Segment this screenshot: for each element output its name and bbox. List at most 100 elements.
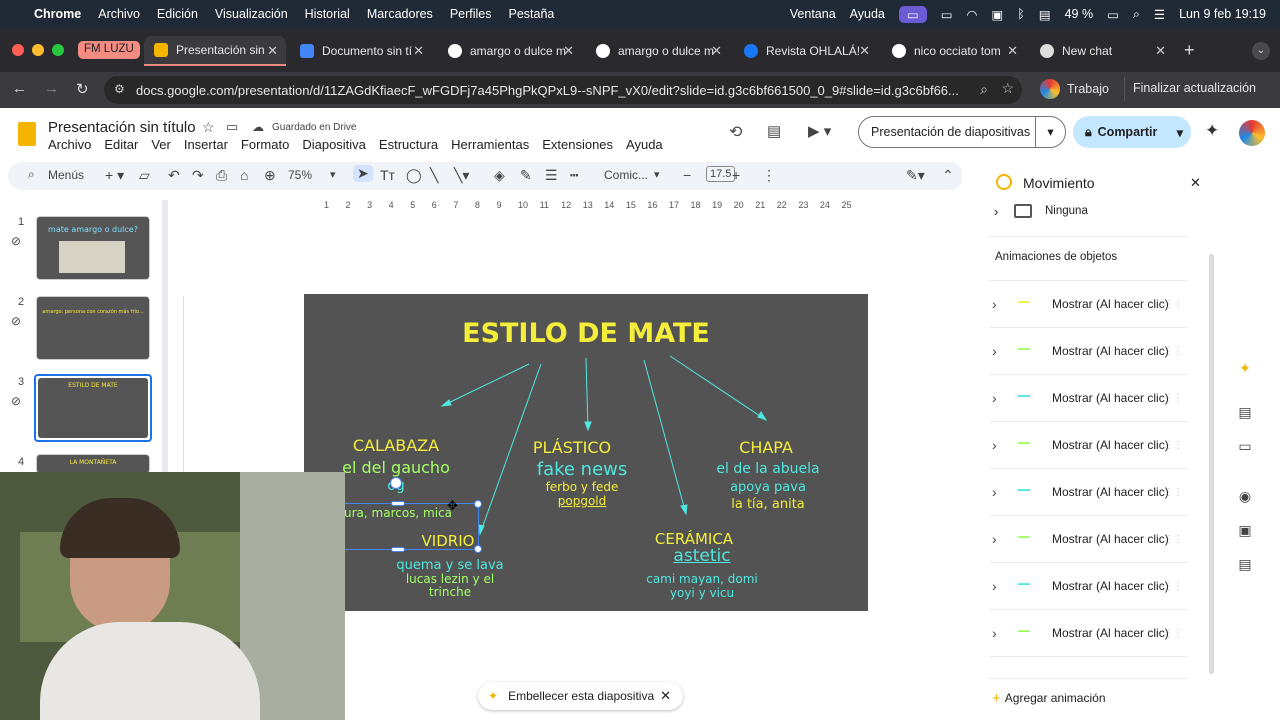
drag-handle-icon[interactable]: ⋮⋮ (1164, 393, 1183, 404)
undo-icon[interactable]: ↶ (168, 167, 180, 184)
chevron-down-icon[interactable]: ▾ (654, 168, 660, 181)
filmstrip-scrollbar[interactable] (162, 200, 168, 472)
chapa-heading[interactable]: CHAPA (704, 438, 828, 457)
plastico-names-2[interactable]: popgold (520, 494, 644, 508)
calabaza-subtitle[interactable]: el del gaucho (332, 458, 460, 477)
tab-amargo-1[interactable]: amargo o dulce m ✕ (438, 36, 582, 66)
tab-nico[interactable]: nico occiato tom ✕ (882, 36, 1026, 66)
animation-row[interactable]: › ▬▬ Mostrar (Al hacer clic) ⋮⋮ (990, 469, 1188, 516)
collapse-toolbar-icon[interactable]: ⌃ (942, 167, 954, 184)
fill-color-icon[interactable]: ◈ (494, 167, 505, 184)
drag-handle-icon[interactable]: ⋮⋮ (1164, 628, 1183, 639)
animation-row[interactable]: › ▬▬ Mostrar (Al hacer clic) ⋮⋮ (990, 610, 1188, 657)
comments-icon[interactable]: ▤ (767, 122, 781, 140)
new-slide-icon[interactable]: + ▾ (105, 167, 124, 184)
font-select[interactable]: Comic... (604, 168, 648, 182)
menu-editar[interactable]: Editar (104, 137, 138, 152)
menubar-item-ayuda[interactable]: Ayuda (850, 7, 885, 21)
chevron-right-icon[interactable]: › (992, 625, 1006, 641)
menubar-item-pestana[interactable]: Pestaña (509, 7, 555, 21)
clock[interactable]: Lun 9 feb 19:19 (1179, 7, 1266, 21)
rotate-handle-icon[interactable] (390, 477, 402, 489)
more-options-icon[interactable]: ⋮ (762, 167, 776, 184)
menubar-item-visualizacion[interactable]: Visualización (215, 7, 288, 21)
tab-documento[interactable]: Documento sin tí ✕ (290, 36, 432, 66)
slide-title[interactable]: ESTILO DE MATE (304, 318, 868, 349)
chevron-right-icon[interactable]: › (992, 437, 1006, 453)
animation-row[interactable]: › ▬▬ Mostrar (Al hacer clic) ⋮⋮ (990, 563, 1188, 610)
close-icon[interactable]: ✕ (660, 688, 671, 704)
drag-handle-icon[interactable]: ⋮⋮ (1164, 534, 1183, 545)
animation-row[interactable]: › ▬▬ Mostrar (Al hacer clic) ⋮⋮ (990, 422, 1188, 469)
slide-thumbnail-1[interactable]: mate amargo o dulce? (36, 216, 150, 280)
ceramica-names-1[interactable]: cami mayan, domi (632, 572, 772, 586)
chapa-names[interactable]: la tía, anita (704, 497, 832, 512)
site-info-icon[interactable]: ⚙ (114, 82, 125, 96)
border-dash-icon[interactable]: ┅ (570, 167, 578, 184)
plastico-names-1[interactable]: ferbo y fede (520, 480, 644, 494)
close-tab-icon[interactable]: ✕ (563, 43, 574, 59)
window-icon[interactable]: ▤ (1039, 7, 1051, 22)
menubar-item-edicion[interactable]: Edición (157, 7, 198, 21)
menubar-item-chrome[interactable]: Chrome (34, 7, 81, 21)
slide-thumbnail-2[interactable]: amargo: persona con corazón más frío... (36, 296, 150, 360)
slide[interactable]: ESTILO DE MATE CALABAZA el del gaucho og… (304, 294, 868, 611)
slideshow-button[interactable]: Presentación de diapositivas ▾ (858, 116, 1066, 148)
edit-mode-icon[interactable]: ✎▾ (906, 167, 925, 184)
resize-handle[interactable] (474, 545, 482, 553)
line-menu-icon[interactable]: ╲▾ (454, 167, 469, 184)
history-icon[interactable]: ⟲ (729, 122, 742, 142)
selection-box[interactable]: ✥ (344, 477, 482, 553)
menubar-item-archivo[interactable]: Archivo (98, 7, 140, 21)
profile-chip[interactable]: Trabajo (1040, 77, 1109, 101)
plastico-subtitle[interactable]: fake news (520, 459, 644, 480)
notes-icon[interactable]: ▤ (1236, 556, 1254, 574)
menubar-item-perfiles[interactable]: Perfiles (450, 7, 492, 21)
line-icon[interactable]: ╲ (430, 167, 438, 184)
star-icon[interactable]: ☆ (202, 119, 215, 136)
calabaza-heading[interactable]: CALABAZA (332, 436, 460, 455)
zoom-search-icon[interactable]: ⌕ (980, 81, 988, 98)
panel-scrollbar[interactable] (1209, 254, 1214, 674)
control-center-icon[interactable]: ☰ (1154, 7, 1165, 22)
tab-revista[interactable]: Revista OHLALÁ! ✕ (734, 36, 878, 66)
chevron-right-icon[interactable]: › (992, 296, 1006, 312)
redo-icon[interactable]: ↷ (192, 167, 204, 184)
chevron-down-icon[interactable]: ▾ (1035, 117, 1065, 147)
menu-insertar[interactable]: Insertar (184, 137, 228, 152)
spotlight-icon[interactable]: ⌕ (1133, 7, 1140, 22)
tab-presentacion[interactable]: Presentación sin ✕ (144, 36, 286, 66)
folder-icon[interactable]: ▭ (1236, 438, 1254, 456)
menu-herramientas[interactable]: Herramientas (451, 137, 529, 152)
reload-icon[interactable]: ↻ (76, 80, 89, 98)
close-tab-icon[interactable]: ✕ (1007, 43, 1018, 59)
display-icon[interactable]: ▣ (991, 7, 1003, 22)
close-tab-icon[interactable]: ✕ (267, 43, 278, 59)
menu-formato[interactable]: Formato (241, 137, 289, 152)
ceramica-subtitle[interactable]: astetic (640, 546, 764, 566)
window-maximize-button[interactable] (52, 44, 64, 56)
close-panel-icon[interactable]: ✕ (1190, 175, 1201, 191)
animation-row[interactable]: › ▬▬ Mostrar (Al hacer clic) ⋮⋮ (990, 281, 1188, 328)
tab-group-label[interactable]: FM LUZU (78, 41, 140, 59)
address-bar[interactable]: ⚙ docs.google.com/presentation/d/11ZAGdK… (104, 76, 1022, 104)
close-tab-icon[interactable]: ✕ (711, 43, 722, 59)
slides-logo-icon[interactable] (18, 122, 36, 146)
ceramica-names-2[interactable]: yoyi y vicu (632, 586, 772, 600)
chevron-right-icon[interactable]: › (992, 531, 1006, 547)
zoom-value[interactable]: 75% (288, 168, 312, 182)
meet-icon[interactable]: ▶ ▾ (808, 122, 831, 140)
window-minimize-button[interactable] (32, 44, 44, 56)
chevron-down-icon[interactable]: ▾ (330, 168, 336, 181)
print-icon[interactable]: ⎙ (216, 167, 227, 184)
menu-ver[interactable]: Ver (151, 137, 171, 152)
font-size-input[interactable]: 17.5 (706, 166, 736, 182)
menubar-item-marcadores[interactable]: Marcadores (367, 7, 433, 21)
close-tab-icon[interactable]: ✕ (859, 43, 870, 59)
vidrio-names-2[interactable]: trinche (386, 585, 514, 599)
resize-handle[interactable] (391, 501, 405, 506)
cast-icon[interactable]: ▭ (941, 7, 953, 22)
share-button[interactable]: 🔒︎ Compartir ▾ (1073, 116, 1191, 148)
search-menus-label[interactable]: Menús (48, 168, 84, 182)
finish-update-button[interactable]: Finalizar actualización (1124, 77, 1264, 101)
